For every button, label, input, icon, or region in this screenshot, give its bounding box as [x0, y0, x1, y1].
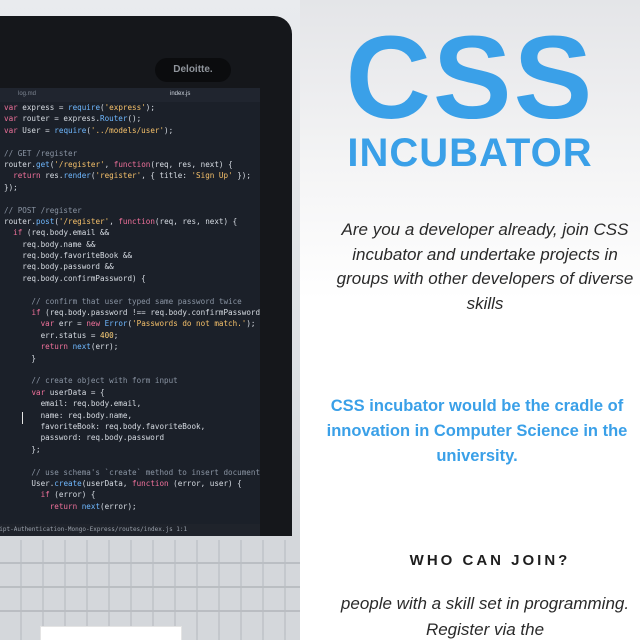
code-line: 33 User.create(userData, function (error… [0, 478, 260, 489]
code-line: 29 password: req.body.password [0, 432, 260, 443]
code-line: 28 favoriteBook: req.body.favoriteBook, [0, 421, 260, 432]
code-text: err.status = 400; [4, 330, 119, 340]
brand-label: Deloitte. [155, 58, 231, 82]
code-line: // POST /register [0, 205, 260, 216]
code-text: }); [4, 182, 18, 192]
code-line: 21 return next(err); [0, 341, 260, 352]
code-line: var router = express.Router(); [0, 113, 260, 124]
code-text: if (error) { [40, 490, 96, 500]
code-line: 34 if (error) { [0, 489, 260, 500]
code-text: var userData = { [31, 387, 105, 397]
code-line: var express = require('express'); [0, 102, 260, 113]
laptop-photo: Deloitte. log.md index.js var express = … [0, 0, 300, 640]
code-text: var err = new Error('Passwords do not ma… [40, 319, 256, 329]
code-text: } [4, 353, 37, 363]
poster-bottom-text: people with a skill set in programming. … [340, 594, 630, 639]
code-text: req.body.password && [4, 262, 114, 272]
code-block: var express = require('express'); var rou… [0, 102, 260, 512]
editor-statusbar: JavaScript-Authentication-Mongo-Express/… [0, 524, 260, 536]
code-line: 19 var err = new Error('Passwords do not… [0, 318, 260, 329]
code-text: favoriteBook: req.body.favoriteBook, [4, 421, 206, 431]
code-line: }); [0, 182, 260, 193]
code-line: 12 req.body.name && [0, 239, 260, 250]
code-line: 18 if (req.body.password !== req.body.co… [0, 307, 260, 318]
code-line: router.get('/register', function(req, re… [0, 159, 260, 170]
code-text: req.body.favoriteBook && [4, 251, 133, 261]
poster-panel: CSS INCUBATOR Are you a developer alread… [300, 0, 640, 640]
code-text: // GET /register [4, 148, 78, 158]
code-text: var User = require('../models/user'); [4, 125, 174, 135]
line-number: 23 [0, 364, 4, 375]
code-text: // POST /register [4, 205, 82, 215]
code-text: router.post('/register', function(req, r… [4, 216, 238, 226]
code-text: // use schema's `create` method to inser… [4, 467, 260, 477]
code-text: req.body.name && [4, 239, 96, 249]
laptop-bezel: Deloitte. log.md index.js var express = … [0, 16, 292, 536]
code-line: router.post('/register', function(req, r… [0, 216, 260, 227]
editor-tab-log: log.md [18, 91, 37, 97]
code-text: req.body.confirmPassword) { [4, 273, 146, 283]
code-text: return next(error); [49, 501, 137, 511]
code-text: if (req.body.email && [13, 228, 110, 238]
code-text: email: req.body.email, [4, 399, 142, 409]
code-text: router.get('/register', function(req, re… [4, 159, 233, 169]
code-line: return res.render('register', { title: '… [0, 170, 260, 181]
line-number: 16 [0, 284, 4, 295]
line-number: 31 [0, 455, 4, 466]
code-line: 17 // confirm that user typed same passw… [0, 296, 260, 307]
poster-highlight: CSS incubator would be the cradle of inn… [326, 397, 628, 465]
code-text: // create object with form input [4, 376, 178, 386]
code-line: 25 var userData = { [0, 387, 260, 398]
keyboard [0, 540, 300, 640]
code-line: 23 [0, 364, 260, 375]
code-line: 26 email: req.body.email, [0, 398, 260, 409]
code-line: 27 name: req.body.name, [0, 410, 260, 421]
paper-sheet [40, 626, 182, 640]
code-line: 16 [0, 284, 260, 295]
code-text: return res.render('register', { title: '… [13, 171, 251, 181]
code-line: 22 } [0, 353, 260, 364]
code-text: }; [4, 444, 41, 454]
editor-tab-index: index.js [170, 91, 191, 97]
code-line: 32 // use schema's `create` method to in… [0, 467, 260, 478]
code-text: // confirm that user typed same password… [4, 296, 242, 306]
who-can-join-heading: WHO CAN JOIN? [409, 552, 571, 569]
code-line: 11 if (req.body.email && [0, 227, 260, 238]
code-text: if (req.body.password !== req.body.confi… [31, 308, 260, 318]
code-line: // GET /register [0, 148, 260, 159]
code-editor-screen: log.md index.js var express = require('e… [0, 88, 260, 536]
code-text: return next(err); [40, 342, 119, 352]
code-line: 24 // create object with form input [0, 375, 260, 386]
poster-blurb: Are you a developer already, join CSS in… [336, 220, 634, 313]
code-line: 35 return next(error); [0, 501, 260, 512]
code-text: name: req.body.name, [4, 410, 133, 420]
poster-title: CSS [345, 12, 595, 144]
editor-tabs: log.md index.js [0, 88, 260, 102]
code-line: var User = require('../models/user'); [0, 125, 260, 136]
code-line: 31 [0, 455, 260, 466]
code-text: password: req.body.password [4, 433, 165, 443]
code-text: var express = require('express'); [4, 103, 155, 112]
code-line: 13 req.body.favoriteBook && [0, 250, 260, 261]
code-line: 30 }; [0, 444, 260, 455]
text-cursor [22, 412, 23, 424]
poster-subtitle: INCUBATOR [347, 131, 593, 175]
code-line: 14 req.body.password && [0, 261, 260, 272]
code-text: var router = express.Router(); [4, 114, 142, 124]
code-line: 15 req.body.confirmPassword) { [0, 273, 260, 284]
code-line: 20 err.status = 400; [0, 330, 260, 341]
code-text: User.create(userData, function (error, u… [4, 478, 242, 488]
